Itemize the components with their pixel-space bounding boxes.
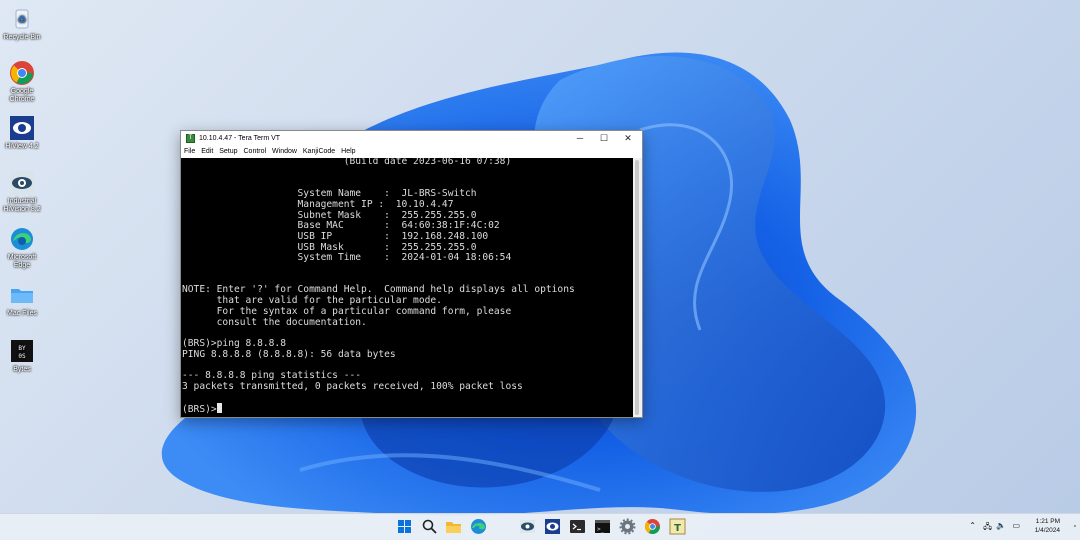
- desktop-icon-bytes[interactable]: BY 0S Bytes: [3, 338, 41, 374]
- close-button[interactable]: ✕: [616, 132, 640, 145]
- menu-kanjicode[interactable]: KanjiCode: [303, 146, 335, 158]
- desktop-icon-label: Bytes: [13, 366, 31, 373]
- scrollbar-thumb[interactable]: [635, 160, 639, 415]
- desktop-icon-edge[interactable]: Microsoft Edge: [3, 226, 41, 270]
- desktop-icon-hiview[interactable]: HiView 4.2: [3, 115, 41, 151]
- desktop-icon-recycle-bin[interactable]: ♻ Recycle Bin: [3, 6, 41, 42]
- menu-setup[interactable]: Setup: [219, 146, 237, 158]
- desktop-icon-label: Microsoft Edge: [7, 254, 37, 269]
- window-titlebar[interactable]: T 10.10.4.47 - Tera Term VT ─ ☐ ✕: [181, 131, 642, 146]
- desktop-icon-industrial-hivision[interactable]: Industrial HiVision 8.2: [3, 170, 41, 214]
- window-title: 10.10.4.47 - Tera Term VT: [199, 135, 281, 142]
- search-icon[interactable]: [421, 518, 438, 535]
- hiview-icon: [9, 115, 35, 141]
- svg-text:0S: 0S: [18, 353, 26, 360]
- svg-text:T: T: [674, 523, 681, 534]
- file-explorer-icon[interactable]: [445, 518, 462, 535]
- svg-text:BY: BY: [18, 345, 26, 352]
- desktop-icon-label: Google Chrome: [9, 88, 35, 103]
- chevron-up-icon[interactable]: ⌃: [969, 521, 976, 530]
- desktop-icon-label: HiView 4.2: [5, 143, 39, 150]
- desktop-icon-label: Industrial HiVision 8.2: [3, 198, 41, 213]
- command-prompt-icon[interactable]: >_: [594, 518, 611, 535]
- tera-term-window[interactable]: T 10.10.4.47 - Tera Term VT ─ ☐ ✕ File E…: [180, 130, 643, 418]
- svg-text:>_: >_: [597, 526, 605, 533]
- terminal-prompt: (BRS)>: [182, 404, 217, 416]
- recycle-bin-icon: ♻: [9, 6, 35, 32]
- menu-help[interactable]: Help: [341, 146, 355, 158]
- minimize-button[interactable]: ─: [568, 132, 592, 145]
- maximize-button[interactable]: ☐: [592, 132, 616, 145]
- vertical-scrollbar[interactable]: [633, 158, 642, 417]
- menu-bar: File Edit Setup Control Window KanjiCode…: [181, 146, 642, 158]
- network-icon[interactable]: 🖧: [983, 521, 992, 535]
- clock-time: 1:21 PM: [1035, 518, 1060, 525]
- tera-term-icon[interactable]: T: [669, 518, 686, 535]
- battery-icon[interactable]: ▭: [1012, 521, 1020, 530]
- industrial-hivision-icon[interactable]: [519, 518, 536, 535]
- chrome-icon[interactable]: [644, 518, 661, 535]
- clock-date: 1/4/2024: [1034, 526, 1060, 534]
- hiview-icon[interactable]: [544, 518, 561, 535]
- industrial-hivision-icon: [9, 170, 35, 196]
- taskbar: >_ T ⌃ 🖧 🔈 ▭ 1:21 PM 1/4/2024 ▫: [0, 513, 1080, 540]
- menu-control[interactable]: Control: [244, 146, 267, 158]
- svg-text:♻: ♻: [18, 15, 27, 26]
- volume-icon[interactable]: 🔈: [996, 521, 1006, 530]
- taskbar-clock[interactable]: 1:21 PM 1/4/2024: [1035, 518, 1060, 535]
- edge-icon[interactable]: [470, 518, 487, 535]
- terminal-screen[interactable]: (Build date 2023-06-16 07:38) System Nam…: [181, 158, 633, 417]
- bytes-icon: BY 0S: [9, 338, 35, 364]
- tera-term-icon: T: [186, 134, 195, 143]
- desktop-icon-mac-files[interactable]: Mac Files: [3, 282, 41, 318]
- edge-icon: [9, 226, 35, 252]
- start-icon[interactable]: [396, 518, 413, 535]
- notification-icon[interactable]: ▫: [1074, 523, 1076, 530]
- settings-icon[interactable]: [619, 518, 636, 535]
- menu-edit[interactable]: Edit: [201, 146, 213, 158]
- folder-icon: [9, 282, 35, 308]
- terminal-output: (Build date 2023-06-16 07:38) System Nam…: [182, 158, 575, 416]
- menu-window[interactable]: Window: [272, 146, 297, 158]
- desktop-icon-label: Recycle Bin: [3, 34, 41, 41]
- menu-file[interactable]: File: [184, 146, 195, 158]
- chrome-icon: [9, 60, 35, 86]
- terminal-cursor: [216, 403, 222, 414]
- desktop-icon-label: Mac Files: [7, 310, 37, 317]
- desktop-icon-chrome[interactable]: Google Chrome: [3, 60, 41, 104]
- terminal-icon[interactable]: [569, 518, 586, 535]
